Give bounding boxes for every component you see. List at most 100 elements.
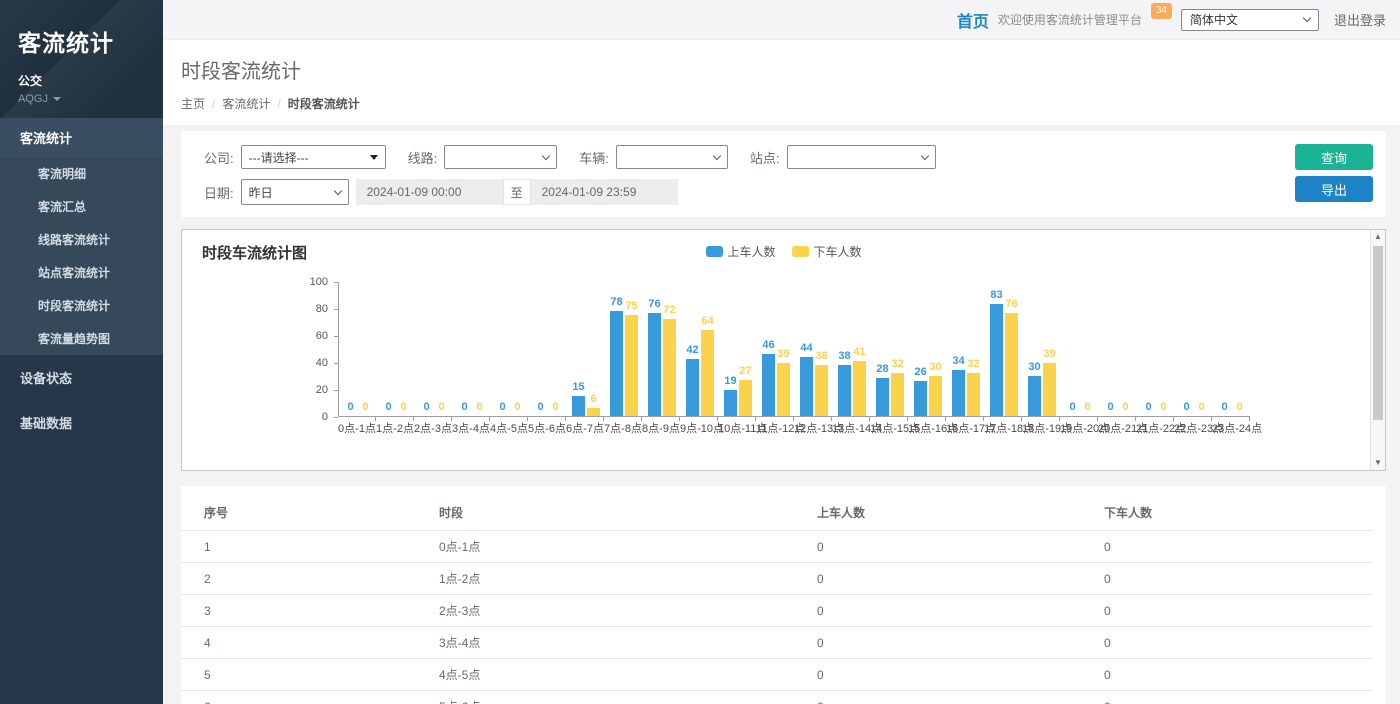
sidebar-item-0[interactable]: 客流统计 [0, 118, 163, 157]
bar-value-label: 0 [499, 401, 505, 413]
company-select[interactable]: ---请选择--- [241, 145, 386, 169]
x-axis-label: 17点-18点 [984, 423, 1022, 436]
sidebar-item-2[interactable]: 客流汇总 [0, 190, 163, 223]
bar-value-label: 0 [1198, 401, 1204, 413]
legend-label: 上车人数 [727, 243, 775, 260]
date-preset-select[interactable]: 昨日 [241, 179, 349, 205]
bar-value-label: 0 [1221, 401, 1227, 413]
bar-下车人数: 32 [891, 373, 904, 416]
x-axis-label: 12点-13点 [794, 423, 832, 436]
topbar: 首页 欢迎使用客流统计管理平台 34 简体中文 退出登录 [163, 0, 1400, 40]
cell-boarding: 0 [817, 563, 1104, 595]
breadcrumb-item[interactable]: 主页 [181, 95, 205, 112]
bar-group: 3039 [1023, 281, 1061, 416]
sidebar-item-8[interactable]: 基础数据 [0, 400, 163, 445]
scrollbar-track[interactable] [1371, 244, 1385, 456]
bar-value-label: 0 [1145, 401, 1151, 413]
chart-scrollbar[interactable]: ▲ ▼ [1370, 230, 1385, 470]
table-row: 43点-4点00 [181, 627, 1372, 659]
y-axis-tick-mark [334, 417, 338, 418]
station-select[interactable] [787, 145, 936, 169]
line-select[interactable] [444, 145, 557, 169]
bar-value-label: 0 [1084, 401, 1090, 413]
chart-panel: 时段车流统计图 上车人数下车人数 00000000000015678757672… [181, 229, 1386, 471]
date-preset-value: 昨日 [249, 184, 273, 201]
bar-group: 4639 [757, 281, 795, 416]
bar-value-label: 0 [476, 401, 482, 413]
bar-下车人数: 38 [815, 365, 828, 416]
logout-link[interactable]: 退出登录 [1334, 10, 1386, 29]
org-code-dropdown[interactable]: AQGJ [18, 93, 163, 105]
sidebar-item-4[interactable]: 站点客流统计 [0, 256, 163, 289]
sidebar-item-5-current[interactable]: 时段客流统计 [0, 289, 163, 322]
cell-index: 3 [181, 595, 439, 627]
bar-value-label: 0 [514, 401, 520, 413]
vehicle-select[interactable] [616, 145, 728, 169]
bar-value-label: 41 [853, 346, 865, 358]
bar-上车人数: 42 [686, 359, 699, 416]
vehicle-label: 车辆: [579, 148, 609, 167]
x-axis-tick [1060, 417, 1098, 421]
table-row: 54点-5点00 [181, 659, 1372, 691]
legend-item[interactable]: 下车人数 [792, 243, 862, 260]
bar-group: 4438 [795, 281, 833, 416]
bar-value-label: 28 [876, 363, 888, 375]
breadcrumb-item: 时段客流统计 [288, 95, 360, 112]
y-axis-tick-mark [334, 309, 338, 310]
bar-value-label: 26 [914, 366, 926, 378]
bar-value-label: 30 [1028, 361, 1040, 373]
notification-badge[interactable]: 34 [1151, 3, 1172, 19]
x-axis-label: 7点-8点 [604, 423, 642, 436]
bar-value-label: 0 [423, 401, 429, 413]
sidebar-item-1[interactable]: 客流明细 [0, 157, 163, 190]
chevron-down-icon [542, 151, 550, 159]
x-axis-tick [604, 417, 642, 421]
table-row: 32点-3点00 [181, 595, 1372, 627]
export-button[interactable]: 导出 [1295, 176, 1373, 202]
cell-alighting: 0 [1104, 627, 1372, 659]
bar-下车人数: 75 [625, 315, 638, 416]
query-button[interactable]: 查询 [1295, 144, 1373, 170]
x-axis-tick [832, 417, 870, 421]
app-title: 客流统计 [18, 24, 163, 58]
date-from-input[interactable]: 2024-01-09 00:00 [356, 179, 503, 205]
home-link[interactable]: 首页 [957, 8, 989, 32]
x-axis-tick [1022, 417, 1060, 421]
bar-group: 00 [529, 281, 567, 416]
bar-value-label: 0 [1069, 401, 1075, 413]
sidebar-item-7[interactable]: 设备状态 [0, 355, 163, 400]
bar-上车人数: 26 [914, 381, 927, 416]
x-axis-label: 19点-20点 [1060, 423, 1098, 436]
x-axis-tick [984, 417, 1022, 421]
chart-legend: 上车人数下车人数 [705, 243, 861, 260]
scroll-down-icon[interactable]: ▼ [1371, 456, 1385, 470]
chevron-down-icon [713, 151, 721, 159]
breadcrumb-item[interactable]: 客流统计 [222, 95, 270, 112]
bar-下车人数: 39 [777, 363, 790, 416]
sidebar-item-3[interactable]: 线路客流统计 [0, 223, 163, 256]
bar-value-label: 44 [800, 342, 812, 354]
y-axis-tick-label: 80 [202, 303, 328, 315]
legend-item[interactable]: 上车人数 [705, 243, 775, 260]
x-axis-tick [1174, 417, 1212, 421]
bar-value-label: 19 [724, 375, 736, 387]
table-panel: 序号时段上车人数下车人数 10点-1点0021点-2点0032点-3点0043点… [181, 486, 1386, 704]
scroll-up-icon[interactable]: ▲ [1371, 230, 1385, 244]
bar-value-label: 72 [663, 304, 675, 316]
bar-group: 8376 [985, 281, 1023, 416]
bar-group: 00 [1099, 281, 1137, 416]
x-axis-label: 5点-6点 [528, 423, 566, 436]
cell-alighting: 0 [1104, 691, 1372, 704]
scrollbar-thumb[interactable] [1373, 246, 1383, 420]
bar-group: 00 [1137, 281, 1175, 416]
cell-index: 4 [181, 627, 439, 659]
sidebar-header: 客流统计 公交 AQGJ [0, 0, 163, 118]
cell-alighting: 0 [1104, 659, 1372, 691]
company-label: 公司: [204, 148, 234, 167]
language-select[interactable]: 简体中文 [1181, 9, 1319, 31]
bar-上车人数: 15 [572, 396, 585, 416]
sidebar-item-6[interactable]: 客流量趋势图 [0, 322, 163, 355]
station-label: 站点: [750, 148, 780, 167]
bar-value-label: 30 [929, 361, 941, 373]
date-to-input[interactable]: 2024-01-09 23:59 [531, 179, 678, 205]
